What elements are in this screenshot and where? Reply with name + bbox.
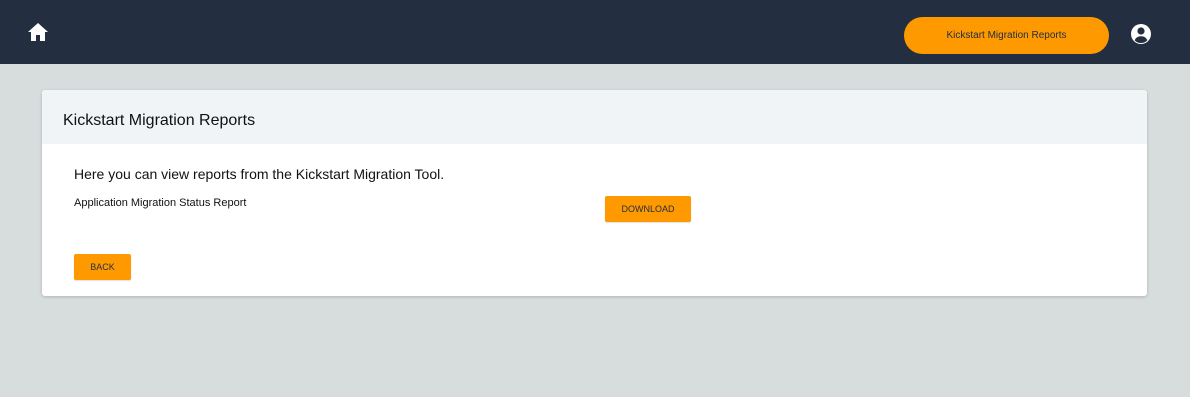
account-circle-icon[interactable] bbox=[1130, 23, 1152, 45]
card-header: Kickstart Migration Reports bbox=[42, 90, 1147, 144]
intro-text: Here you can view reports from the Kicks… bbox=[74, 166, 445, 182]
reports-card: Kickstart Migration Reports Here you can… bbox=[42, 90, 1147, 296]
back-button[interactable]: BACK bbox=[74, 254, 131, 280]
home-icon[interactable] bbox=[26, 20, 50, 44]
report-name: Application Migration Status Report bbox=[74, 197, 247, 209]
top-navigation-bar: Kickstart Migration Reports bbox=[0, 0, 1190, 64]
download-button[interactable]: DOWNLOAD bbox=[605, 196, 691, 222]
kickstart-migration-reports-nav-button[interactable]: Kickstart Migration Reports bbox=[904, 17, 1109, 54]
page-title: Kickstart Migration Reports bbox=[63, 112, 256, 129]
